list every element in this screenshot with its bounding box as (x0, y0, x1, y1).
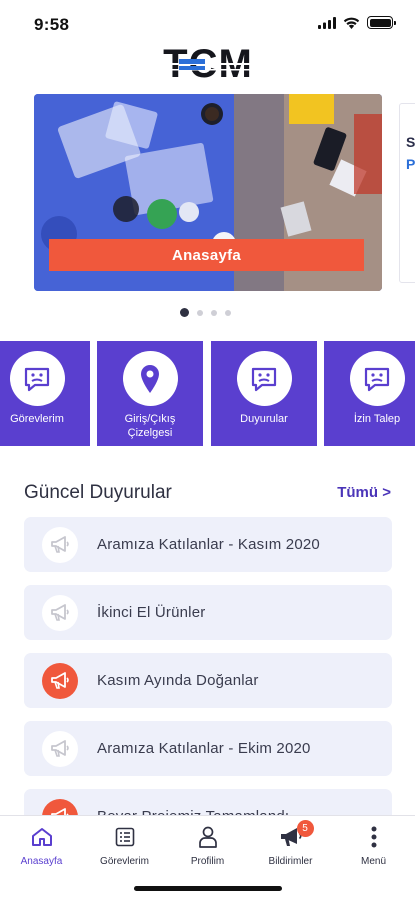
quick-action-gorevlerim[interactable]: Görevlerim (0, 341, 90, 446)
announcement-icon-wrap (42, 663, 78, 699)
tab-icon-wrap (112, 824, 138, 850)
tile-label: Giriş/Çıkış Çizelgesi (124, 413, 176, 439)
next-slide-peek[interactable]: S P (399, 103, 415, 283)
tab-icon-wrap: 5 (278, 820, 314, 850)
tab-label: Görevlerim (100, 856, 149, 867)
tab-icon-wrap (361, 824, 387, 850)
home-indicator[interactable] (134, 886, 282, 891)
battery-icon (367, 16, 396, 29)
announcement-icon-wrap (42, 527, 78, 563)
tab-profilim[interactable]: Profilim (166, 824, 249, 867)
announcement-title: İkinci El Ürünler (97, 604, 206, 621)
peek-glyph-p: P (406, 156, 415, 172)
company-logo: TCM (143, 42, 273, 86)
carousel-dot[interactable] (197, 309, 203, 316)
quick-action-duyurular[interactable]: Duyurular (211, 341, 317, 446)
section-title: Güncel Duyurular (24, 482, 172, 503)
megaphone-icon (51, 604, 69, 621)
tab-label: Menü (360, 856, 386, 867)
announcement-card[interactable]: Aramıza Katılanlar - Ekim 2020 (24, 721, 392, 776)
peek-glyph-s: S (406, 134, 415, 150)
tab-bildirimler[interactable]: 5 Bildirimler (249, 820, 332, 867)
tile-icon-wrap (9, 351, 65, 406)
quick-action-giris-cikis[interactable]: Giriş/Çıkış Çizelgesi (97, 341, 203, 446)
status-icons (318, 16, 396, 29)
task-list-icon (115, 827, 134, 847)
tab-label: Bildirimler (268, 856, 313, 867)
banner-title-button[interactable]: Anasayfa (49, 239, 364, 271)
carousel-pagination (180, 308, 231, 317)
announcement-card[interactable]: Aramıza Katılanlar - Kasım 2020 (24, 517, 392, 572)
message-face-icon (24, 367, 50, 391)
announcement-title: Kasım Ayında Doğanlar (97, 672, 259, 689)
megaphone-icon (51, 536, 69, 553)
wifi-icon (343, 17, 360, 29)
megaphone-icon (51, 740, 69, 757)
carousel-dot[interactable] (225, 309, 231, 316)
tile-icon-wrap (236, 351, 292, 406)
signal-icon (318, 16, 336, 29)
quick-actions: Görevlerim Giriş/Çıkış Çizelgesi Duyurul… (0, 341, 415, 446)
carousel-banner[interactable]: Anasayfa (34, 94, 382, 291)
message-face-icon (364, 367, 390, 391)
tile-label: İzin Talep (353, 413, 401, 425)
tab-anasayfa[interactable]: Anasayfa (0, 824, 83, 867)
megaphone-icon (51, 672, 69, 689)
tile-label: Duyurular (240, 413, 288, 425)
message-face-icon (251, 367, 277, 391)
home-icon (31, 828, 52, 846)
announcement-icon-wrap (42, 731, 78, 767)
user-icon (198, 826, 217, 848)
announcement-card[interactable]: Kasım Ayında Doğanlar (24, 653, 392, 708)
carousel-dot[interactable] (180, 308, 189, 317)
announcement-title: Aramıza Katılanlar - Ekim 2020 (97, 740, 311, 757)
tab-menu[interactable]: Menü (332, 824, 415, 867)
announcement-icon-wrap (42, 595, 78, 631)
tile-icon-wrap (349, 351, 405, 406)
announcement-card[interactable]: İkinci El Ürünler (24, 585, 392, 640)
status-time: 9:58 (34, 15, 70, 34)
tab-gorevlerim[interactable]: Görevlerim (83, 824, 166, 867)
notification-badge: 5 (296, 820, 314, 837)
location-pin-icon (141, 364, 159, 393)
tile-icon-wrap (122, 351, 178, 406)
tab-label: Anasayfa (20, 856, 63, 867)
tab-icon-wrap (195, 824, 221, 850)
carousel-dot[interactable] (211, 309, 217, 316)
status-bar: 9:58 (0, 0, 415, 44)
tile-label: Görevlerim (10, 413, 64, 425)
quick-action-izin-talep[interactable]: İzin Talep (324, 341, 415, 446)
tab-icon-wrap (29, 824, 55, 850)
announcement-title: Aramıza Katılanlar - Kasım 2020 (97, 536, 320, 553)
see-all-link[interactable]: Tümü > (337, 484, 391, 501)
tab-label: Profilim (190, 856, 225, 867)
more-vertical-icon (371, 826, 376, 848)
